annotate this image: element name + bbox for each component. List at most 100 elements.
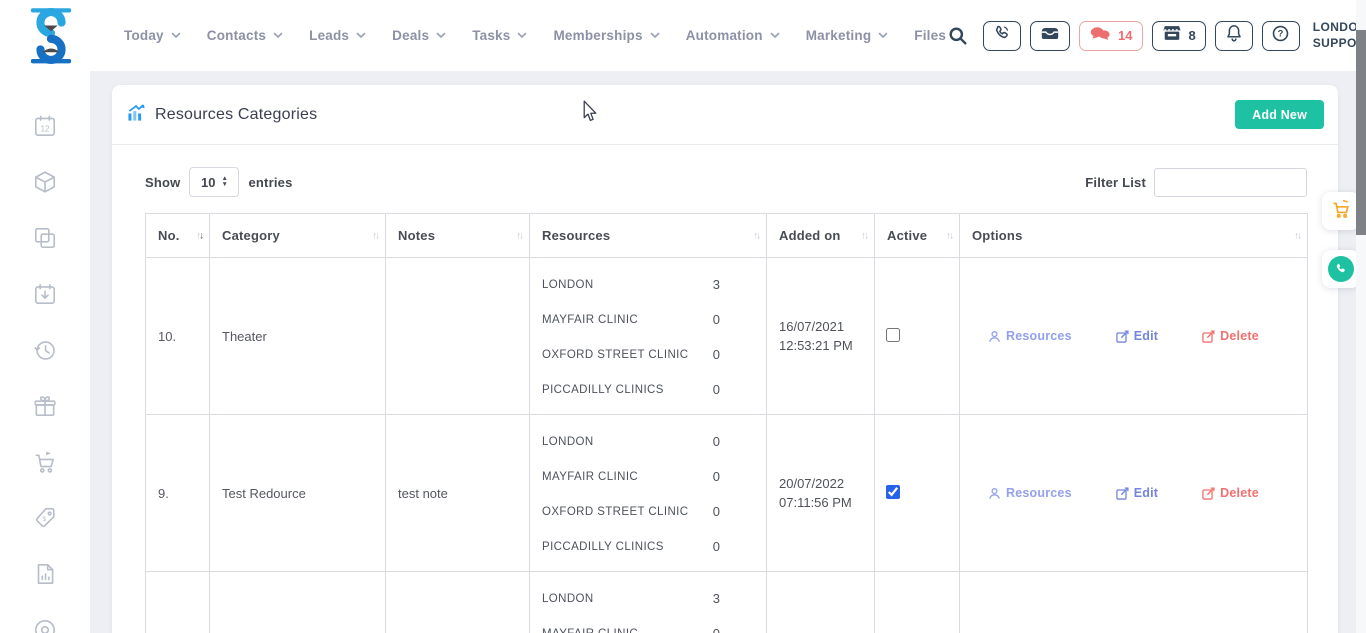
delete-link[interactable]: Delete: [1202, 486, 1259, 500]
inbox-button[interactable]: [1030, 21, 1070, 51]
delete-link[interactable]: Delete: [1202, 329, 1259, 343]
svg-text:$: $: [42, 516, 46, 523]
floating-cart-button[interactable]: [1322, 192, 1360, 230]
link-edit-label: Edit: [1134, 486, 1158, 500]
history-icon[interactable]: [32, 337, 58, 363]
column-header-active[interactable]: Active↑↓: [875, 214, 960, 258]
resource-line: MAYFAIR CLINIC0: [542, 616, 720, 633]
column-header-resources[interactable]: Resources↑↓: [530, 214, 767, 258]
cell-options: Resources Edit Delete: [960, 415, 1308, 572]
copy-icon[interactable]: [32, 225, 58, 251]
edit-icon: [1202, 330, 1215, 343]
nav-item-leads[interactable]: Leads: [309, 28, 366, 43]
cell-no: 9.: [146, 415, 210, 572]
card-header: Resources Categories Add New: [112, 85, 1338, 145]
table-row: LONDON3MAYFAIR CLINIC0: [146, 572, 1308, 633]
edit-icon: [1202, 487, 1215, 500]
search-icon[interactable]: [946, 24, 970, 48]
resources-link[interactable]: Resources: [988, 486, 1072, 500]
row-options: Resources Edit Delete: [972, 329, 1295, 343]
gift-icon[interactable]: [32, 393, 58, 419]
left-sidebar: 12 $: [0, 71, 90, 633]
cell-resources: LONDON0MAYFAIR CLINIC0OXFORD STREET CLIN…: [542, 415, 766, 564]
chat-button[interactable]: 14: [1079, 21, 1142, 51]
chevron-down-icon: [650, 32, 660, 39]
cart-icon: [1330, 198, 1352, 225]
resource-line: LONDON3: [542, 581, 720, 616]
active-checkbox[interactable]: [886, 328, 900, 342]
resources-categories-card: Resources Categories Add New Show 10 ▲▼ …: [112, 85, 1338, 633]
chevron-down-icon: [171, 32, 181, 39]
nav-item-today[interactable]: Today: [124, 28, 181, 43]
filter-input[interactable]: [1154, 168, 1307, 197]
resource-line: LONDON3: [542, 267, 720, 302]
bell-icon: [1226, 24, 1242, 47]
scrollbar-track[interactable]: [1356, 0, 1366, 633]
column-header-options[interactable]: Options↑↓: [960, 214, 1308, 258]
cart-icon[interactable]: [32, 449, 58, 475]
column-header-notes[interactable]: Notes↑↓: [386, 214, 530, 258]
page-title: Resources Categories: [155, 106, 317, 124]
nav-item-files[interactable]: Files: [914, 28, 946, 43]
page-size-select[interactable]: 10 ▲▼: [189, 167, 239, 197]
resource-line: MAYFAIR CLINIC0: [542, 459, 720, 494]
cell-category: Test Redource: [210, 415, 386, 572]
nav-item-contacts[interactable]: Contacts: [207, 28, 283, 43]
cell-no: 10.: [146, 258, 210, 415]
added-date: 20/07/2022: [779, 474, 862, 493]
chat-count-badge: 14: [1118, 28, 1132, 43]
help-button[interactable]: ?: [1262, 21, 1300, 51]
resource-count: 0: [713, 539, 720, 554]
resource-name: MAYFAIR CLINIC: [542, 314, 638, 326]
store-button[interactable]: 8: [1152, 21, 1206, 51]
column-header-category[interactable]: Category↑↓: [210, 214, 386, 258]
target-icon[interactable]: [32, 617, 58, 633]
phone-icon: [1328, 256, 1354, 282]
sort-icon: ↑↓: [372, 230, 378, 241]
chevron-down-icon: [356, 32, 366, 39]
resource-name: MAYFAIR CLINIC: [542, 471, 638, 483]
sort-icon: ↑↓: [946, 230, 952, 241]
link-resources-label: Resources: [1006, 329, 1072, 343]
chart-icon: [127, 103, 146, 127]
edit-link[interactable]: Edit: [1116, 486, 1158, 500]
resources-link[interactable]: Resources: [988, 329, 1072, 343]
chevron-down-icon: [436, 32, 446, 39]
calendar-in-icon[interactable]: [32, 281, 58, 307]
chevron-down-icon: [770, 32, 780, 39]
cell-category: Theater: [210, 258, 386, 415]
select-arrows-icon: ▲▼: [221, 176, 227, 188]
calendar-icon[interactable]: 12: [32, 113, 58, 139]
floating-phone-button[interactable]: [1322, 250, 1360, 288]
chevron-down-icon: [273, 32, 283, 39]
sort-icon: ↑↓: [753, 230, 759, 241]
table-controls: Show 10 ▲▼ entries Filter List: [145, 167, 1307, 197]
column-header-no-[interactable]: No.↑↓: [146, 214, 210, 258]
resource-line: LONDON0: [542, 424, 720, 459]
add-new-button[interactable]: Add New: [1235, 100, 1324, 129]
report-icon[interactable]: [32, 561, 58, 587]
notifications-button[interactable]: [1215, 21, 1253, 51]
package-icon[interactable]: [32, 169, 58, 195]
app-logo[interactable]: [28, 6, 74, 66]
column-header-added-on[interactable]: Added on↑↓: [767, 214, 875, 258]
cell-options: [960, 572, 1308, 633]
table-row: 10. Theater LONDON3MAYFAIR CLINIC0OXFORD…: [146, 258, 1308, 415]
nav-item-memberships[interactable]: Memberships: [553, 28, 659, 43]
chevron-down-icon: [878, 32, 888, 39]
edit-link[interactable]: Edit: [1116, 329, 1158, 343]
nav-item-deals[interactable]: Deals: [392, 28, 446, 43]
active-checkbox[interactable]: [886, 485, 900, 499]
link-delete-label: Delete: [1220, 329, 1259, 343]
link-delete-label: Delete: [1220, 486, 1259, 500]
resource-line: PICCADILLY CLINICS0: [542, 529, 720, 564]
nav-item-automation[interactable]: Automation: [686, 28, 780, 43]
price-tag-icon[interactable]: $: [32, 505, 58, 531]
scrollbar-thumb[interactable]: [1356, 30, 1366, 235]
resource-count: 3: [713, 277, 720, 292]
person-icon: [988, 487, 1001, 500]
nav-item-tasks[interactable]: Tasks: [472, 28, 527, 43]
edit-icon: [1116, 330, 1129, 343]
phone-button[interactable]: [983, 21, 1021, 51]
nav-item-marketing[interactable]: Marketing: [806, 28, 889, 43]
